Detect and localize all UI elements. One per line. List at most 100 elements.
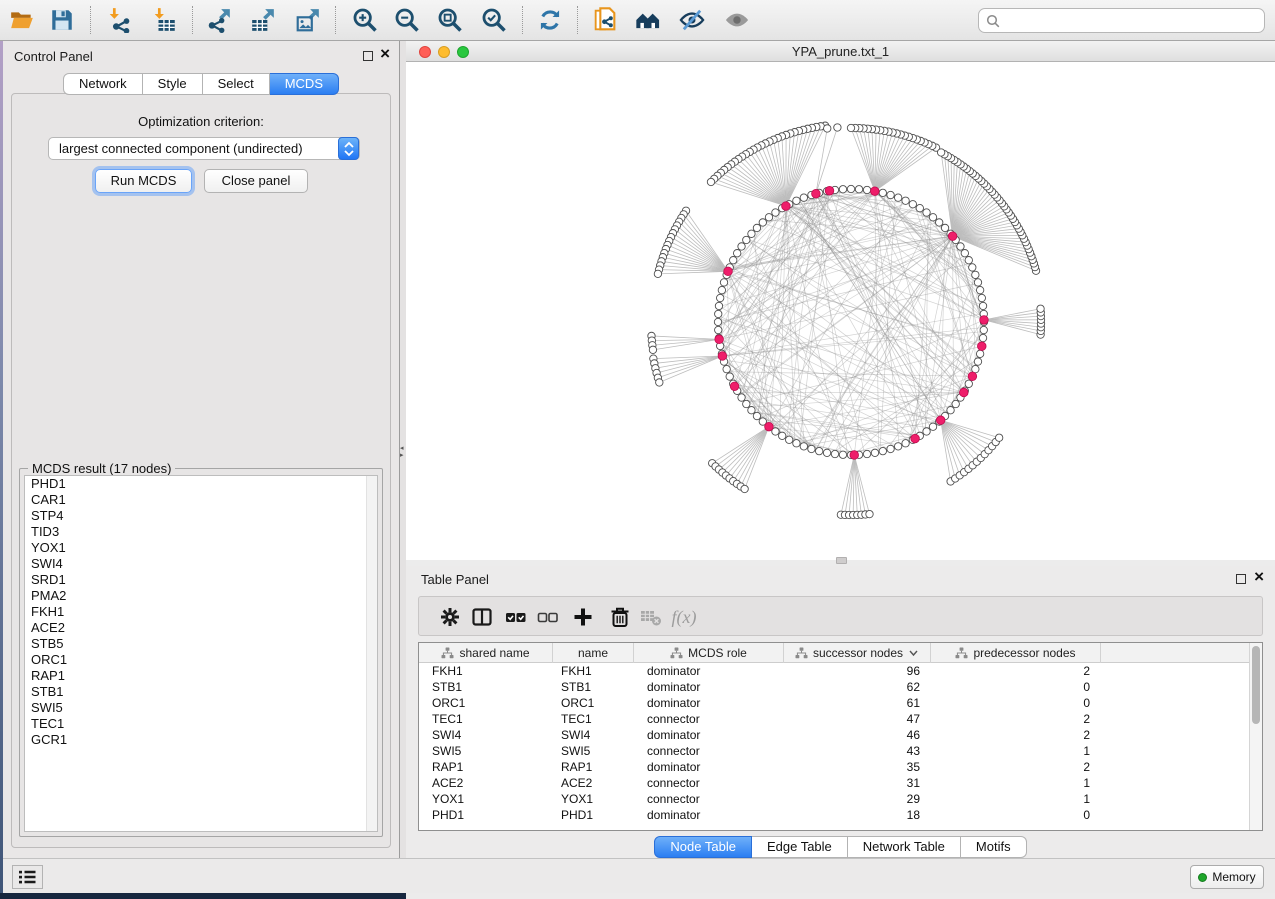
table-cell[interactable]: 29 (784, 791, 931, 807)
table-cell[interactable]: dominator (634, 695, 784, 711)
save-session-icon[interactable] (44, 3, 80, 37)
table-scrollbar[interactable] (1249, 643, 1262, 830)
table-cell[interactable]: ORC1 (553, 695, 634, 711)
table-cell[interactable]: 46 (784, 727, 931, 743)
close-panel-button[interactable]: Close panel (204, 169, 308, 193)
first-neighbors-icon[interactable] (630, 3, 666, 37)
table-cell[interactable]: 2 (931, 711, 1101, 727)
table-cell[interactable]: 0 (931, 695, 1101, 711)
mcds-result-item[interactable]: STB5 (25, 636, 377, 652)
table-cell[interactable]: connector (634, 743, 784, 759)
table-row[interactable]: FKH1FKH1dominator962 (419, 663, 1249, 679)
table-cell[interactable]: 18 (784, 807, 931, 823)
mcds-result-item[interactable]: SRD1 (25, 572, 377, 588)
mcds-result-item[interactable]: CAR1 (25, 492, 377, 508)
table-cell[interactable]: TEC1 (553, 711, 634, 727)
node-table[interactable]: shared namenameMCDS rolesuccessor nodesp… (418, 642, 1263, 831)
table-cell[interactable]: ORC1 (419, 695, 553, 711)
table-cell[interactable]: 31 (784, 775, 931, 791)
table-row[interactable]: SWI4SWI4dominator462 (419, 727, 1249, 743)
table-cell[interactable]: dominator (634, 663, 784, 679)
export-image-icon[interactable] (290, 3, 326, 37)
table-cell[interactable]: 2 (931, 759, 1101, 775)
table-cell[interactable]: dominator (634, 727, 784, 743)
mcds-result-list[interactable]: PHD1CAR1STP4TID3YOX1SWI4SRD1PMA2FKH1ACE2… (24, 475, 378, 832)
table-row[interactable]: ORC1ORC1dominator610 (419, 695, 1249, 711)
table-cell[interactable]: YOX1 (419, 791, 553, 807)
tab-select[interactable]: Select (203, 73, 270, 95)
mcds-result-item[interactable]: STP4 (25, 508, 377, 524)
select-all-icon[interactable] (503, 605, 529, 629)
table-mode-gear-icon[interactable] (437, 605, 463, 629)
table-cell[interactable]: 1 (931, 775, 1101, 791)
control-panel-float-icon[interactable] (363, 51, 373, 61)
table-cell[interactable]: dominator (634, 807, 784, 823)
mcds-result-item[interactable]: ACE2 (25, 620, 377, 636)
delete-column-trash-icon[interactable] (607, 605, 633, 629)
zoom-out-icon[interactable] (389, 3, 425, 37)
table-cell[interactable]: 2 (931, 663, 1101, 679)
table-cell[interactable]: SWI5 (553, 743, 634, 759)
table-row[interactable]: ACE2ACE2connector311 (419, 775, 1249, 791)
splitter-handle[interactable] (836, 557, 847, 564)
run-mcds-button[interactable]: Run MCDS (95, 169, 192, 193)
open-file-icon[interactable] (4, 3, 40, 37)
table-cell[interactable]: 0 (931, 679, 1101, 695)
column-header-successor-nodes[interactable]: successor nodes (784, 643, 931, 663)
zoom-in-icon[interactable] (347, 3, 383, 37)
table-cell[interactable]: STB1 (553, 679, 634, 695)
table-row[interactable]: YOX1YOX1connector291 (419, 791, 1249, 807)
control-panel-close-icon[interactable]: × (380, 45, 390, 63)
table-cell[interactable]: SWI4 (419, 727, 553, 743)
table-cell[interactable]: dominator (634, 679, 784, 695)
table-panel-close-icon[interactable]: × (1254, 568, 1264, 586)
table-cell[interactable]: connector (634, 791, 784, 807)
table-cell[interactable]: 35 (784, 759, 931, 775)
mcds-result-item[interactable]: YOX1 (25, 540, 377, 556)
table-cell[interactable]: SWI4 (553, 727, 634, 743)
column-header-MCDS-role[interactable]: MCDS role (634, 643, 784, 663)
new-network-from-selection-icon[interactable] (587, 3, 623, 37)
table-cell[interactable]: 62 (784, 679, 931, 695)
table-cell[interactable]: STB1 (419, 679, 553, 695)
create-column-plus-icon[interactable] (570, 605, 596, 629)
memory-button[interactable]: Memory (1190, 865, 1264, 889)
mcds-result-item[interactable]: SWI4 (25, 556, 377, 572)
mcds-result-item[interactable]: GCR1 (25, 732, 377, 748)
table-cell[interactable]: 61 (784, 695, 931, 711)
tab-network[interactable]: Network (63, 73, 143, 95)
table-row[interactable]: STB1STB1dominator620 (419, 679, 1249, 695)
table-cell[interactable]: PHD1 (419, 807, 553, 823)
zoom-selected-icon[interactable] (476, 3, 512, 37)
table-cell[interactable]: YOX1 (553, 791, 634, 807)
table-cell[interactable]: connector (634, 711, 784, 727)
search-input[interactable] (1005, 10, 1260, 31)
mcds-result-item[interactable]: PHD1 (25, 476, 377, 492)
table-cell[interactable]: 0 (931, 807, 1101, 823)
mcds-result-item[interactable]: ORC1 (25, 652, 377, 668)
table-cell[interactable]: dominator (634, 759, 784, 775)
table-cell[interactable]: 47 (784, 711, 931, 727)
table-panel-float-icon[interactable] (1236, 574, 1246, 584)
mcds-list-scrollbar[interactable] (366, 476, 377, 831)
table-cell[interactable]: ACE2 (553, 775, 634, 791)
table-cell[interactable]: RAP1 (419, 759, 553, 775)
table-cell[interactable]: 96 (784, 663, 931, 679)
table-cell[interactable]: 43 (784, 743, 931, 759)
table-cell[interactable]: ACE2 (419, 775, 553, 791)
hide-selected-eye-icon[interactable] (674, 3, 710, 37)
table-cell[interactable]: TEC1 (419, 711, 553, 727)
mcds-result-item[interactable]: TEC1 (25, 716, 377, 732)
task-history-list-icon[interactable] (12, 865, 43, 889)
mcds-result-item[interactable]: SWI5 (25, 700, 377, 716)
refresh-icon[interactable] (532, 3, 568, 37)
mcds-result-item[interactable]: STB1 (25, 684, 377, 700)
splitter-collapse-icon[interactable]: ◂▸ (400, 445, 404, 459)
import-table-icon[interactable] (147, 3, 183, 37)
mcds-result-item[interactable]: RAP1 (25, 668, 377, 684)
table-tab-network-table[interactable]: Network Table (848, 836, 961, 858)
mcds-result-item[interactable]: TID3 (25, 524, 377, 540)
export-table-icon[interactable] (245, 3, 281, 37)
show-all-eye-icon[interactable] (719, 3, 755, 37)
table-cell[interactable]: FKH1 (419, 663, 553, 679)
